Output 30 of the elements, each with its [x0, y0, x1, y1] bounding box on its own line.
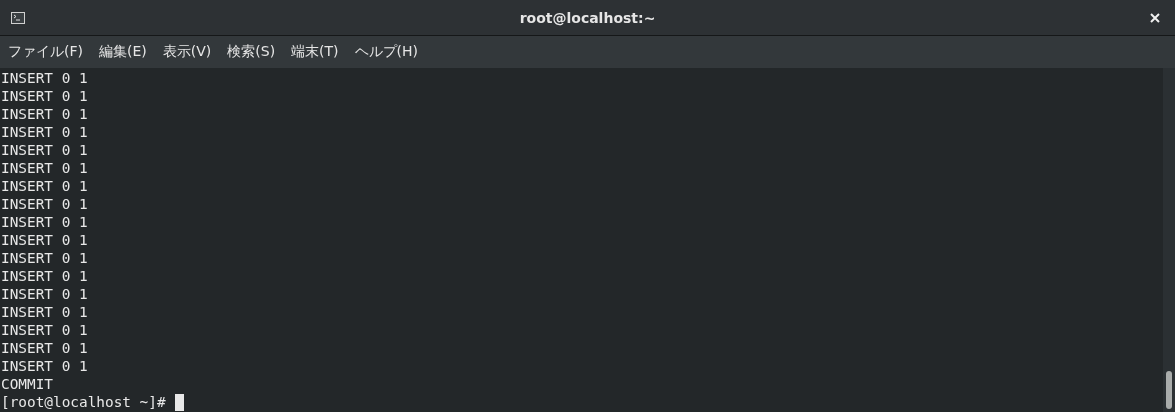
output-line: INSERT 0 1: [0, 357, 88, 375]
output-line: INSERT 0 1: [0, 339, 88, 357]
output-line: INSERT 0 1: [0, 69, 88, 87]
shell-prompt: [root@localhost ~]#: [0, 393, 166, 411]
output-line: INSERT 0 1: [0, 231, 88, 249]
output-line: INSERT 0 1: [0, 267, 88, 285]
output-line: INSERT 0 1: [0, 105, 88, 123]
output-line: INSERT 0 1: [0, 87, 88, 105]
output-line: INSERT 0 1: [0, 141, 88, 159]
menu-item[interactable]: 編集(E): [99, 43, 147, 61]
output-line: INSERT 0 1: [0, 177, 88, 195]
menu-item[interactable]: 端末(T): [291, 43, 339, 61]
menu-item[interactable]: ファイル(F): [8, 43, 83, 61]
output-line: INSERT 0 1: [0, 213, 88, 231]
menu-item[interactable]: 表示(V): [162, 43, 212, 61]
output-line: INSERT 0 1: [0, 285, 88, 303]
window-title: root@localhost:~: [519, 9, 656, 26]
scrollbar-thumb[interactable]: [1166, 371, 1172, 409]
menu-item[interactable]: ヘルプ(H): [354, 43, 419, 61]
close-icon[interactable]: [1150, 12, 1160, 23]
output-line: INSERT 0 1: [0, 303, 88, 321]
output-line: COMMIT: [0, 375, 53, 393]
text-cursor: [174, 393, 184, 411]
terminal-icon: [11, 11, 25, 24]
output-line: INSERT 0 1: [0, 249, 88, 267]
output-line: INSERT 0 1: [0, 321, 88, 339]
output-line: INSERT 0 1: [0, 123, 88, 141]
output-line: INSERT 0 1: [0, 159, 88, 177]
output-line: INSERT 0 1: [0, 195, 88, 213]
menu-item[interactable]: 検索(S): [227, 43, 276, 61]
